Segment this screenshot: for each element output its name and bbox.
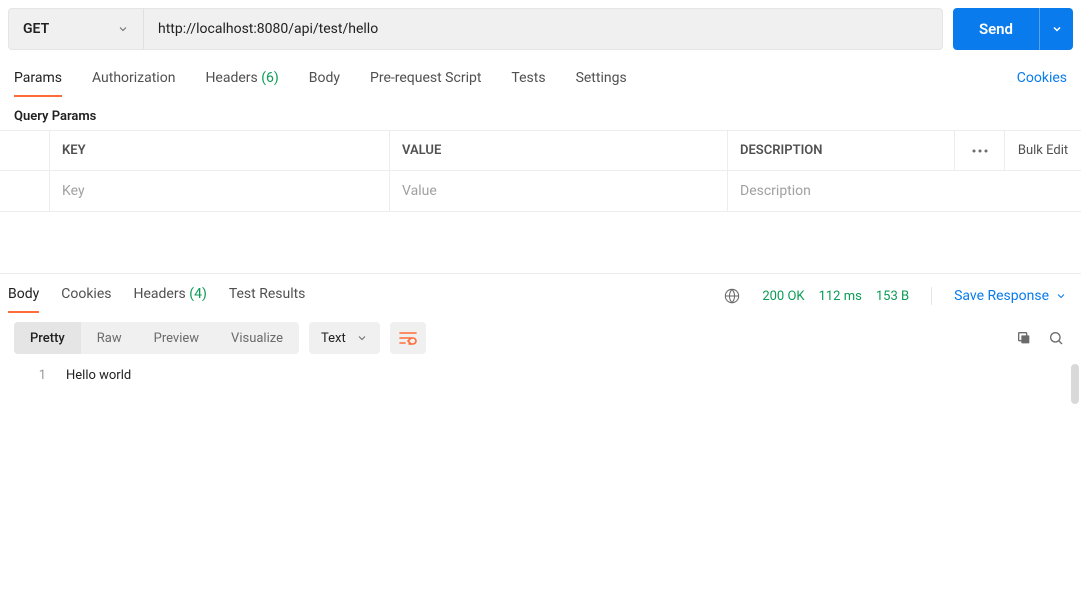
headers-count: (6): [261, 70, 279, 86]
tab-settings[interactable]: Settings: [576, 64, 627, 96]
cookies-link[interactable]: Cookies: [1017, 64, 1067, 96]
send-button[interactable]: Send: [953, 8, 1039, 50]
view-mode-preview[interactable]: Preview: [138, 322, 215, 354]
wrap-lines-button[interactable]: [390, 322, 426, 354]
http-method-label: GET: [23, 21, 49, 37]
tab-body[interactable]: Body: [309, 64, 340, 96]
save-response-label: Save Response: [954, 288, 1049, 304]
resp-tab-body[interactable]: Body: [8, 280, 39, 312]
divider: [931, 287, 932, 305]
status-time: 112 ms: [819, 289, 862, 304]
http-method-select[interactable]: GET: [9, 9, 144, 49]
param-value-input[interactable]: [402, 183, 715, 199]
copy-button[interactable]: [1013, 327, 1035, 349]
tab-tests[interactable]: Tests: [511, 64, 545, 96]
status-size: 153 B: [876, 289, 909, 304]
chevron-down-icon: [117, 23, 129, 35]
response-status: 200 OK 112 ms 153 B: [762, 289, 909, 304]
resp-headers-label: Headers: [133, 286, 185, 302]
view-mode-pretty[interactable]: Pretty: [14, 322, 81, 354]
row-handle-header: [0, 131, 50, 170]
scrollbar[interactable]: [1071, 364, 1079, 404]
status-code: 200 OK: [762, 289, 804, 304]
view-mode-visualize[interactable]: Visualize: [215, 322, 299, 354]
column-options-button[interactable]: [955, 131, 1005, 170]
view-mode-raw[interactable]: Raw: [81, 322, 138, 354]
resp-headers-count: (4): [189, 286, 207, 302]
col-header-value: VALUE: [390, 131, 728, 170]
chevron-down-icon: [356, 332, 368, 344]
resp-tab-headers[interactable]: Headers (4): [133, 280, 206, 312]
network-icon[interactable]: [724, 288, 740, 304]
tab-prerequest[interactable]: Pre-request Script: [370, 64, 481, 96]
response-body-viewer[interactable]: 1 Hello world: [0, 364, 1081, 596]
copy-icon: [1016, 330, 1032, 346]
tab-headers[interactable]: Headers (6): [205, 64, 278, 96]
search-icon: [1048, 330, 1064, 346]
wrap-icon: [399, 331, 417, 345]
tab-authorization[interactable]: Authorization: [92, 64, 175, 96]
request-url-input[interactable]: [144, 9, 942, 49]
query-params-title: Query Params: [0, 97, 1081, 130]
resp-tab-test-results[interactable]: Test Results: [229, 280, 306, 312]
line-number: 1: [0, 364, 56, 596]
row-handle[interactable]: [0, 171, 50, 211]
chevron-down-icon: [1051, 23, 1063, 35]
param-desc-input[interactable]: [740, 183, 1069, 199]
ellipsis-icon: [972, 149, 988, 153]
params-table: KEY VALUE DESCRIPTION Bulk Edit: [0, 130, 1081, 212]
tab-headers-label: Headers: [205, 70, 257, 86]
search-response-button[interactable]: [1045, 327, 1067, 349]
chevron-down-icon: [1055, 290, 1067, 302]
response-format-label: Text: [321, 331, 346, 346]
save-response-button[interactable]: Save Response: [954, 288, 1067, 304]
bulk-edit-button[interactable]: Bulk Edit: [1005, 131, 1081, 170]
response-body-content: Hello world: [56, 364, 1081, 596]
resp-tab-cookies[interactable]: Cookies: [61, 280, 111, 312]
response-format-select[interactable]: Text: [309, 322, 380, 354]
col-header-description: DESCRIPTION: [728, 131, 955, 170]
send-dropdown-button[interactable]: [1039, 8, 1073, 50]
col-header-key: KEY: [50, 131, 390, 170]
tab-params[interactable]: Params: [14, 64, 62, 96]
param-key-input[interactable]: [62, 183, 377, 199]
